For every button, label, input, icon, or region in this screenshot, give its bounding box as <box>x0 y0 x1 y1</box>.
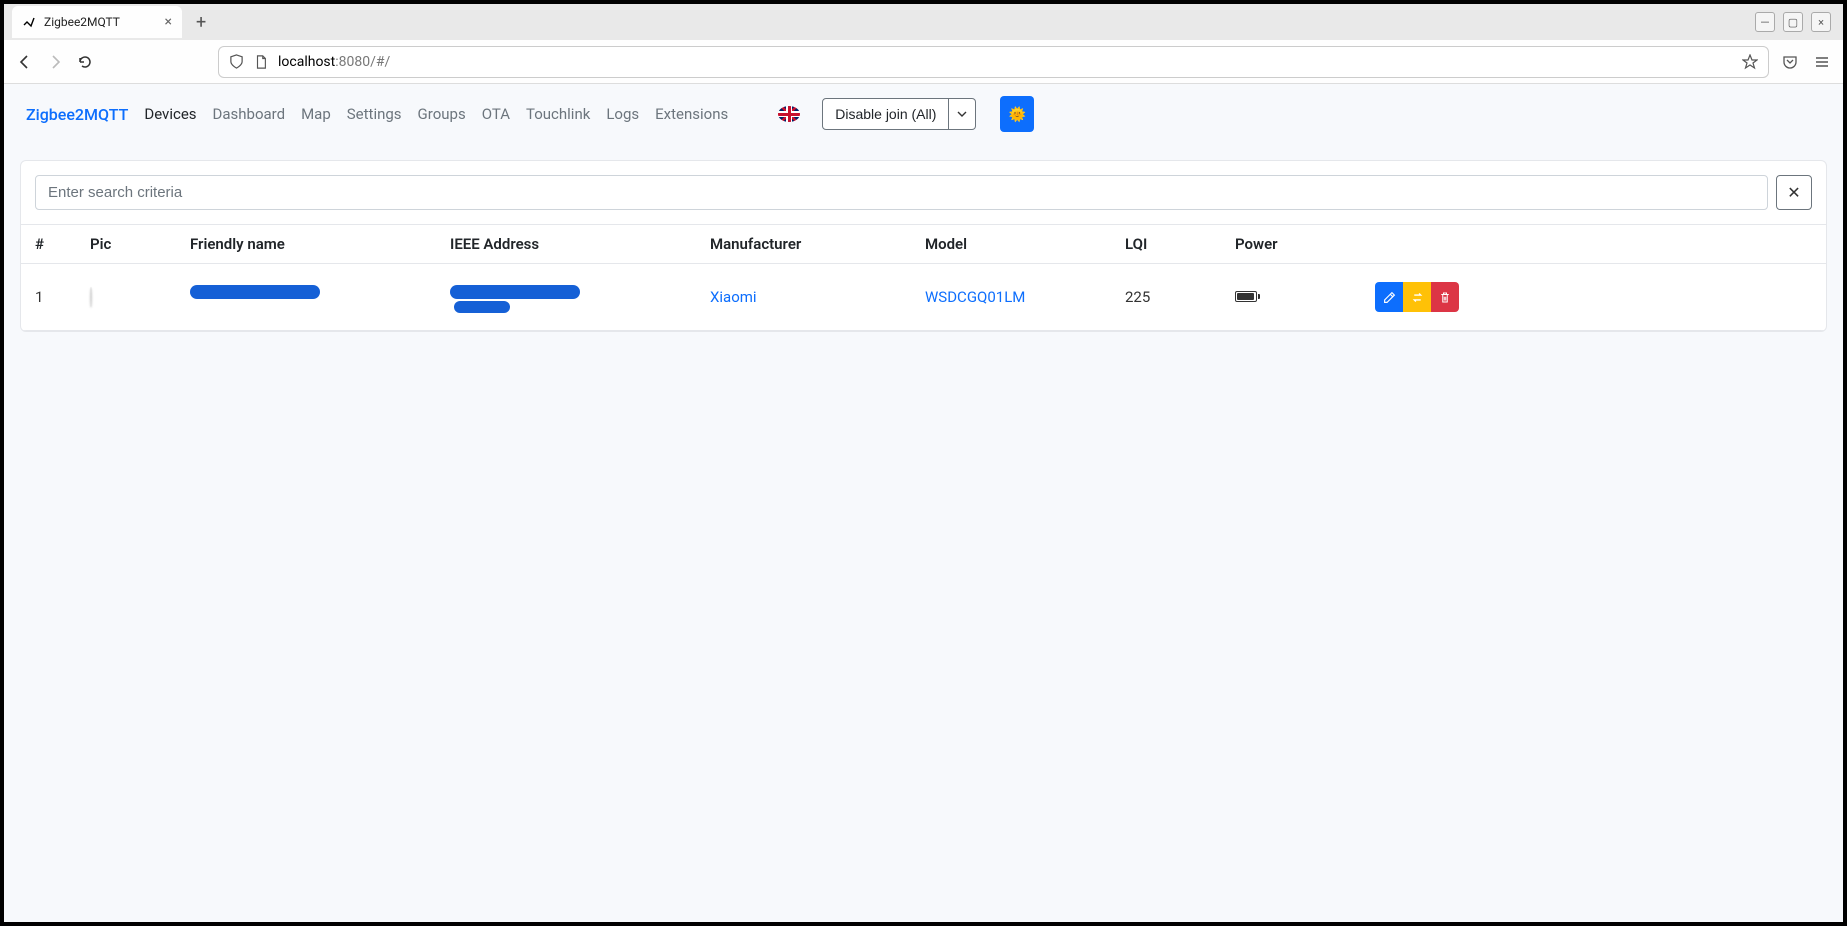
cell-pic <box>76 264 176 331</box>
toolbar-right <box>1781 53 1831 71</box>
cell-ieee-address[interactable] <box>436 264 696 331</box>
tab-close-icon[interactable]: × <box>165 14 172 30</box>
nav-map[interactable]: Map <box>301 105 331 123</box>
permit-join-group: Disable join (All) <box>822 98 976 130</box>
permit-join-dropdown[interactable] <box>949 98 976 130</box>
nav-settings[interactable]: Settings <box>347 105 402 123</box>
address-bar[interactable]: localhost:8080/#/ <box>218 46 1769 78</box>
tab-title: Zigbee2MQTT <box>44 15 157 29</box>
window-maximize-button[interactable]: ▢ <box>1783 12 1803 32</box>
clear-search-button[interactable]: ✕ <box>1776 175 1812 210</box>
col-power[interactable]: Power <box>1221 225 1361 264</box>
col-ieee-address[interactable]: IEEE Address <box>436 225 696 264</box>
back-button[interactable] <box>16 53 34 71</box>
search-row: ✕ <box>21 161 1826 225</box>
bookmark-star-icon[interactable] <box>1742 54 1758 70</box>
nav-ota[interactable]: OTA <box>482 105 510 123</box>
pocket-icon[interactable] <box>1781 53 1799 71</box>
col-index[interactable]: # <box>21 225 76 264</box>
new-tab-button[interactable]: + <box>188 12 214 33</box>
col-friendly-name[interactable]: Friendly name <box>176 225 436 264</box>
battery-icon <box>1235 291 1257 302</box>
shield-icon <box>229 54 244 69</box>
cell-lqi: 225 <box>1111 264 1221 331</box>
manufacturer-link[interactable]: Xiaomi <box>710 288 757 306</box>
window-close-button[interactable]: × <box>1811 12 1831 32</box>
tab-favicon-icon <box>22 15 36 29</box>
nav-devices[interactable]: Devices <box>144 105 196 123</box>
cell-model: WSDCGQ01LM <box>911 264 1111 331</box>
browser-tab[interactable]: Zigbee2MQTT × <box>12 6 182 38</box>
col-lqi[interactable]: LQI <box>1111 225 1221 264</box>
devices-table: # Pic Friendly name IEEE Address Manufac… <box>21 225 1826 331</box>
window-minimize-button[interactable]: － <box>1755 12 1775 32</box>
devices-card: ✕ # Pic Friendly name IEEE Address Manuf… <box>20 160 1827 332</box>
retweet-icon <box>1411 291 1424 304</box>
rename-button[interactable] <box>1375 282 1403 312</box>
cell-friendly-name[interactable] <box>176 264 436 331</box>
url-host: localhost <box>278 54 335 70</box>
nav-dashboard[interactable]: Dashboard <box>213 105 286 123</box>
model-link[interactable]: WSDCGQ01LM <box>925 288 1025 306</box>
device-image-icon <box>90 287 92 307</box>
cell-actions <box>1361 264 1826 331</box>
language-flag-icon[interactable] <box>778 106 800 122</box>
table-header-row: # Pic Friendly name IEEE Address Manufac… <box>21 225 1826 264</box>
window-controls: － ▢ × <box>1755 12 1843 32</box>
cell-manufacturer: Xiaomi <box>696 264 911 331</box>
col-pic[interactable]: Pic <box>76 225 176 264</box>
redacted-text <box>190 283 422 311</box>
menu-icon[interactable] <box>1813 53 1831 71</box>
cell-power <box>1221 264 1361 331</box>
browser-window: Zigbee2MQTT × + － ▢ × localh <box>3 3 1844 923</box>
nav-touchlink[interactable]: Touchlink <box>526 105 590 123</box>
app-navbar: Zigbee2MQTT Devices Dashboard Map Settin… <box>4 84 1843 144</box>
nav-groups[interactable]: Groups <box>418 105 466 123</box>
redacted-text <box>450 283 682 311</box>
col-actions <box>1361 225 1826 264</box>
permit-join-button[interactable]: Disable join (All) <box>822 98 949 130</box>
brand[interactable]: Zigbee2MQTT <box>26 105 128 124</box>
trash-icon <box>1439 291 1451 304</box>
nav-extensions[interactable]: Extensions <box>655 105 728 123</box>
url-text: localhost:8080/#/ <box>278 54 390 70</box>
reload-button[interactable] <box>76 53 94 71</box>
reconfigure-button[interactable] <box>1403 282 1431 312</box>
col-manufacturer[interactable]: Manufacturer <box>696 225 911 264</box>
page-icon <box>254 55 268 69</box>
search-input[interactable] <box>35 175 1768 210</box>
theme-toggle-button[interactable]: 🌞 <box>1000 96 1034 132</box>
nav-logs[interactable]: Logs <box>606 105 639 123</box>
browser-toolbar: localhost:8080/#/ <box>4 40 1843 84</box>
tab-strip: Zigbee2MQTT × + － ▢ × <box>4 4 1843 40</box>
page-content: Zigbee2MQTT Devices Dashboard Map Settin… <box>4 84 1843 922</box>
sun-icon: 🌞 <box>1009 106 1026 123</box>
row-actions <box>1375 282 1812 312</box>
edit-icon <box>1383 291 1396 304</box>
col-model[interactable]: Model <box>911 225 1111 264</box>
close-icon: ✕ <box>1787 183 1800 203</box>
url-path: :8080/#/ <box>335 54 390 70</box>
delete-button[interactable] <box>1431 282 1459 312</box>
forward-button[interactable] <box>46 53 64 71</box>
table-row: 1 Xiaomi W <box>21 264 1826 331</box>
cell-index: 1 <box>21 264 76 331</box>
